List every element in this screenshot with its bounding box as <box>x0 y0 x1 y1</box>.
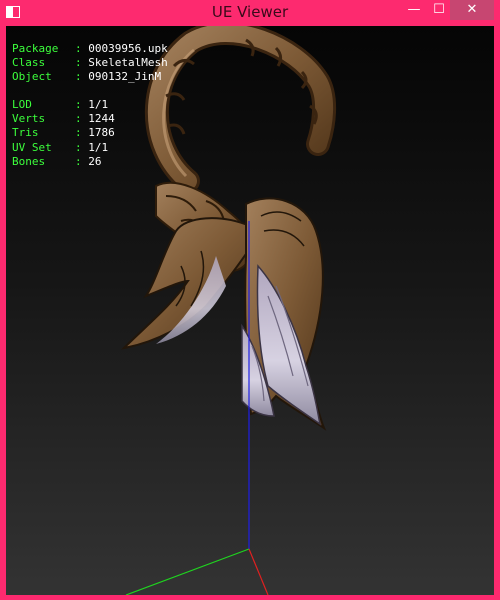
right-wing <box>241 197 327 431</box>
info-value: 00039956.upk <box>88 42 168 55</box>
info-row-lod: LOD: 1/1 <box>12 98 109 112</box>
info-value: 1244 <box>88 112 115 126</box>
info-label: Tris <box>12 126 39 140</box>
info-value: 1/1 <box>88 98 109 112</box>
info-value: 1/1 <box>88 140 109 154</box>
x-axis-line <box>248 548 269 595</box>
info-value: 090132_JinM <box>88 70 162 84</box>
info-row-bones: Bones: 26 <box>12 154 102 168</box>
close-button[interactable]: ✕ <box>450 0 494 20</box>
earring-hook <box>144 26 337 193</box>
left-wing <box>121 217 251 350</box>
info-row-package: Package: 00039956.upk <box>12 42 168 55</box>
info-row-verts: Verts: 1244 <box>12 112 115 126</box>
info-value: 1786 <box>88 126 115 140</box>
y-axis-line <box>125 548 250 595</box>
ue-viewer-window: UE Viewer — ☐ ✕ Package: 00039956.upk C… <box>0 0 500 600</box>
info-label: Bones <box>12 154 46 168</box>
3d-viewport[interactable]: Package: 00039956.upk Class: SkeletalMes… <box>6 26 494 595</box>
title-bar[interactable]: UE Viewer — ☐ ✕ <box>0 0 500 26</box>
info-row-class: Class: SkeletalMesh <box>12 56 168 70</box>
info-row-uvset: UV Set: 1/1 <box>12 140 109 154</box>
info-value: 26 <box>88 154 102 168</box>
minimize-button[interactable]: — <box>400 0 428 20</box>
mesh-info-overlay: Package: 00039956.upk Class: SkeletalMes… <box>12 42 168 169</box>
maximize-button[interactable]: ☐ <box>428 0 450 20</box>
info-label: UV Set <box>12 140 52 154</box>
info-label: Verts <box>12 112 46 126</box>
info-row-object: Object: 090132_JinM <box>12 70 162 84</box>
info-value: SkeletalMesh <box>88 56 168 70</box>
info-label: Object <box>12 70 52 84</box>
info-label: Class <box>12 56 46 70</box>
info-row-tris: Tris: 1786 <box>12 126 115 140</box>
info-label: Package <box>12 42 59 55</box>
info-label: LOD <box>12 98 32 112</box>
